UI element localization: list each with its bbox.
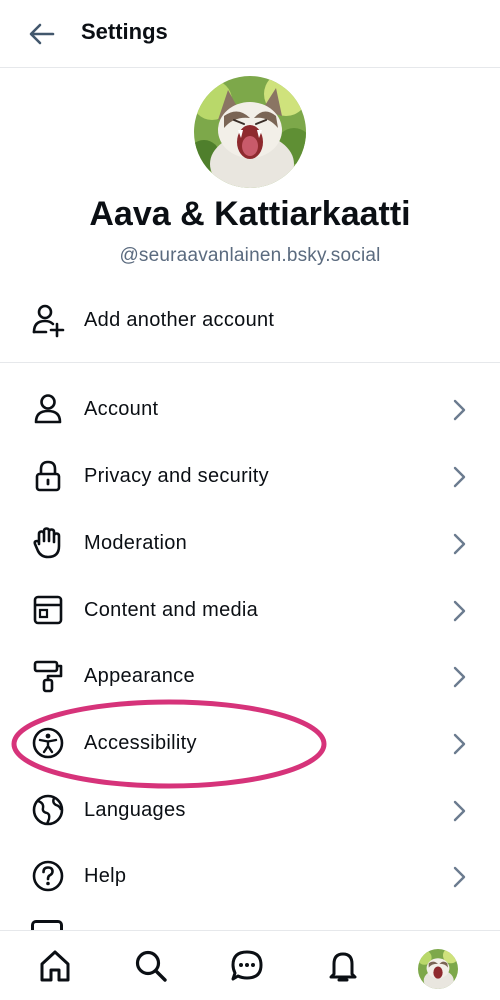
menu-item-help[interactable]: Help: [0, 843, 500, 909]
header: Settings: [0, 0, 500, 68]
chevron-right-icon: [453, 399, 466, 421]
bottom-nav: [0, 930, 500, 1000]
menu-item-label: Moderation: [84, 532, 188, 554]
lock-icon: [28, 456, 68, 496]
back-button[interactable]: [22, 14, 62, 54]
chat-icon: [231, 950, 263, 981]
nav-home-button[interactable]: [34, 945, 76, 987]
globe-icon: [28, 790, 68, 830]
profile-avatar[interactable]: [194, 76, 306, 188]
display-name: Aava & Kattiarkaatti: [89, 195, 411, 233]
home-icon: [40, 950, 70, 982]
person-icon: [28, 389, 68, 429]
chevron-right-icon: [453, 866, 466, 888]
chevron-right-icon: [453, 466, 466, 488]
window-icon: [28, 590, 68, 630]
add-account-label: Add another account: [84, 309, 275, 331]
menu-item-label: Help: [84, 865, 127, 887]
chevron-right-icon: [453, 533, 466, 555]
chevron-right-icon: [453, 666, 466, 688]
partial-menu-icon: [31, 920, 63, 930]
add-account-button[interactable]: Add another account: [0, 287, 500, 353]
divider: [0, 362, 500, 363]
menu-item-label: Privacy and security: [84, 465, 269, 487]
nav-profile-avatar[interactable]: [418, 949, 458, 989]
nav-search-button[interactable]: [130, 945, 172, 987]
paint-roller-icon: [28, 656, 68, 696]
menu-item-label: Languages: [84, 799, 186, 821]
menu-item-label: Content and media: [84, 599, 259, 621]
chevron-right-icon: [453, 733, 466, 755]
chevron-right-icon: [453, 800, 466, 822]
chevron-right-icon: [453, 600, 466, 622]
hand-icon: [28, 523, 68, 563]
arrow-left-icon: [29, 23, 55, 45]
search-icon: [135, 950, 167, 982]
menu-item-content-and-media[interactable]: Content and media: [0, 577, 500, 643]
nav-notifications-button[interactable]: [322, 945, 364, 987]
cat-avatar-small: [418, 949, 458, 989]
highlight-ellipse-annotation: [11, 699, 327, 789]
nav-chat-button[interactable]: [226, 945, 268, 987]
profile-handle: @seuraavanlainen.bsky.social: [119, 245, 381, 266]
menu-item-privacy-and-security[interactable]: Privacy and security: [0, 443, 500, 509]
bell-icon: [329, 952, 357, 982]
person-plus-icon: [28, 300, 68, 340]
menu-item-label: Account: [84, 398, 159, 420]
cat-avatar-image: [194, 76, 306, 188]
page-title: Settings: [81, 19, 168, 44]
menu-item-label: Appearance: [84, 665, 195, 687]
menu-item-moderation[interactable]: Moderation: [0, 510, 500, 576]
menu-item-account[interactable]: Account: [0, 376, 500, 442]
question-icon: [28, 856, 68, 896]
